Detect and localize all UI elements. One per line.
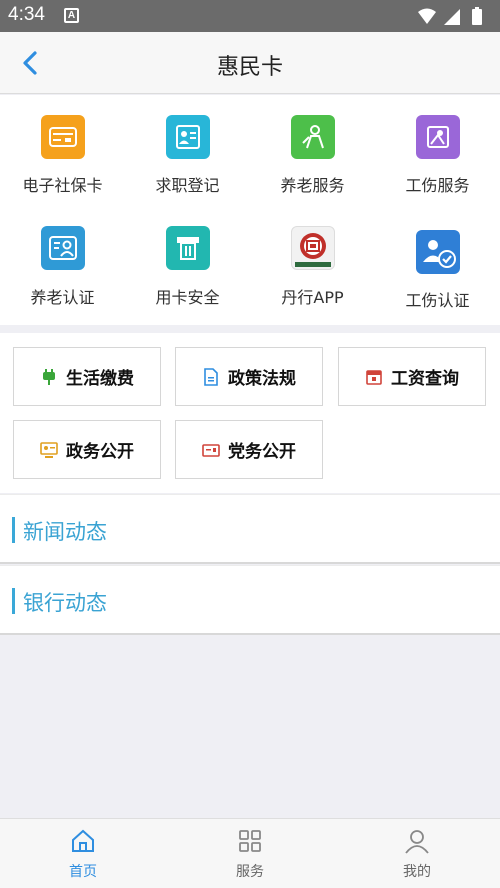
bottom-tab-bar: 首页 服务 我的 <box>0 818 500 888</box>
section-accent-bar <box>12 588 15 614</box>
ticket-icon <box>202 443 220 457</box>
section-title: 银行动态 <box>23 591 107 615</box>
plug-icon <box>43 368 55 385</box>
card-label: 工资查询 <box>391 369 459 389</box>
signal-icon <box>444 9 460 25</box>
section-title: 新闻动态 <box>23 520 107 544</box>
service-label: 丹行APP <box>281 288 344 307</box>
service-label: 用卡安全 <box>155 288 220 307</box>
card-life-payment[interactable]: 生活缴费 <box>13 347 161 406</box>
tab-services[interactable]: 服务 <box>167 819 333 888</box>
tab-home[interactable]: 首页 <box>0 819 166 888</box>
system-status-icons <box>418 7 482 25</box>
card-policy[interactable]: 政策法规 <box>175 347 323 406</box>
card-party-affairs[interactable]: 党务公开 <box>175 420 323 479</box>
tab-label: 服务 <box>236 864 264 880</box>
tab-label: 首页 <box>69 864 97 880</box>
injury-icon <box>416 115 460 159</box>
calendar-icon <box>366 369 382 385</box>
id-icon <box>41 226 85 270</box>
card-government-affairs[interactable]: 政务公开 <box>13 420 161 479</box>
status-bar: 4:34 A <box>0 0 500 32</box>
service-label: 养老认证 <box>30 288 95 307</box>
battery-icon <box>472 9 482 25</box>
notification-icon: A <box>64 8 79 23</box>
service-label: 电子社保卡 <box>22 176 103 195</box>
card-label: 党务公开 <box>228 442 296 462</box>
grid-icon <box>239 830 261 852</box>
page-title: 惠民卡 <box>216 55 283 80</box>
document-icon <box>204 367 218 386</box>
card-icon <box>41 115 85 159</box>
service-item-job-register[interactable]: 求职登记 <box>125 95 250 205</box>
atm-icon <box>166 226 210 270</box>
home-icon <box>72 829 94 852</box>
service-label: 工伤认证 <box>405 291 470 310</box>
card-salary-query[interactable]: 工资查询 <box>338 347 486 406</box>
card-label: 政务公开 <box>66 442 134 462</box>
card-label: 政策法规 <box>228 369 296 389</box>
verify-icon <box>416 230 460 274</box>
service-item-e-social-card[interactable]: 电子社保卡 <box>0 95 125 205</box>
monitor-icon <box>40 441 58 458</box>
service-label: 工伤服务 <box>405 176 470 195</box>
elder-icon <box>291 115 335 159</box>
tab-mine[interactable]: 我的 <box>334 819 500 888</box>
resume-icon <box>166 115 210 159</box>
service-item-elder-auth[interactable]: 养老认证 <box>0 210 125 320</box>
app-header: 惠民卡 <box>0 32 500 94</box>
bank-logo-icon <box>291 226 335 270</box>
wifi-icon <box>418 8 436 24</box>
service-item-bank-app[interactable]: 丹行APP <box>250 210 375 320</box>
section-accent-bar <box>12 517 15 543</box>
section-bank-news[interactable]: 银行动态 <box>0 565 500 635</box>
tab-label: 我的 <box>403 864 431 880</box>
service-item-card-safety[interactable]: 用卡安全 <box>125 210 250 320</box>
service-item-injury-service[interactable]: 工伤服务 <box>375 95 500 205</box>
quick-links-panel: 生活缴费 政策法规 工资查询 政务公开 党务公开 <box>0 333 500 493</box>
section-news[interactable]: 新闻动态 <box>0 494 500 564</box>
service-item-injury-auth[interactable]: 工伤认证 <box>375 210 500 320</box>
service-label: 养老服务 <box>280 176 345 195</box>
service-label: 求职登记 <box>155 176 220 195</box>
status-time: 4:34 <box>8 4 45 25</box>
service-item-elder-service[interactable]: 养老服务 <box>250 95 375 205</box>
card-label: 生活缴费 <box>66 369 134 389</box>
service-grid: 电子社保卡 求职登记 养老服务 工伤服务 养老认证 用卡安全 丹行APP 工伤认… <box>0 95 500 325</box>
user-icon <box>405 830 429 854</box>
